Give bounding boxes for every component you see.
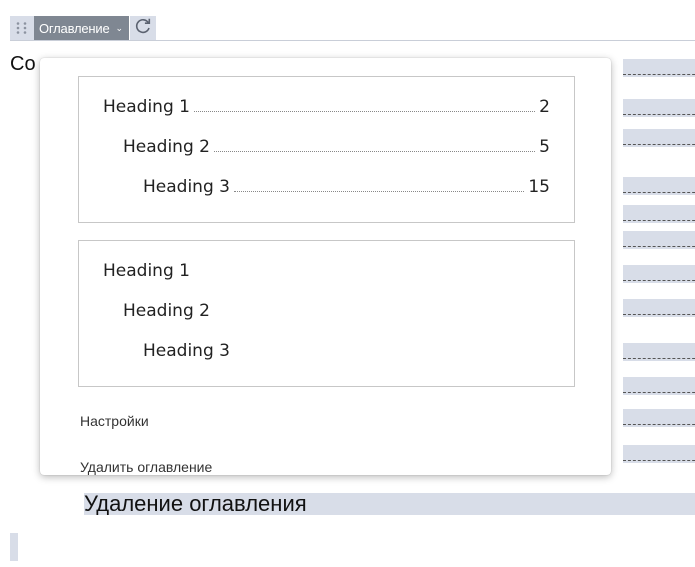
toc-row-leader <box>623 358 695 360</box>
toc-row-leader <box>623 392 695 394</box>
drag-handle-icon[interactable] <box>10 16 34 40</box>
toc-row-leader <box>623 424 695 426</box>
toc-preview-line: Heading 2 5 <box>123 137 550 157</box>
toc-dropdown-menu: Heading 1 2 Heading 2 5 Heading 3 15 Hea… <box>40 58 611 475</box>
toc-dropdown-button[interactable]: Оглавление ⌄ <box>34 16 129 40</box>
toc-row-leader <box>623 220 695 222</box>
toc-style-plain[interactable]: Heading 1 Heading 2 Heading 3 <box>78 240 575 387</box>
toc-preview-page: 5 <box>539 137 550 157</box>
toc-row-leader <box>623 460 695 462</box>
toc-preview-heading: Heading 2 <box>123 301 210 321</box>
settings-menu-item[interactable]: Настройки <box>80 413 149 429</box>
toc-preview-page: 2 <box>539 97 550 117</box>
toc-preview-page: 15 <box>528 177 550 197</box>
toc-row-leader <box>623 192 695 194</box>
toc-preview-heading: Heading 1 <box>103 97 190 117</box>
toc-preview-line: Heading 3 15 <box>143 177 550 197</box>
toc-preview-leader <box>233 191 525 192</box>
document-heading: Co <box>10 53 36 75</box>
toc-preview-leader <box>193 111 536 112</box>
remove-toc-menu-item[interactable]: Удалить оглавление <box>80 459 212 475</box>
document-toc-last-line-text: Удаление оглавления <box>84 493 307 515</box>
toc-row-leader <box>623 314 695 316</box>
toc-preview-heading: Heading 2 <box>123 137 210 157</box>
toc-toolbar: Оглавление ⌄ <box>10 16 156 40</box>
toc-style-with-page-numbers[interactable]: Heading 1 2 Heading 2 5 Heading 3 15 <box>78 76 575 223</box>
toc-preview-heading: Heading 3 <box>143 341 230 361</box>
toc-row-leader <box>623 280 695 282</box>
toc-preview-line: Heading 1 2 <box>103 97 550 117</box>
toc-row-leader <box>623 246 695 248</box>
document-toc-last-line: Удаление оглавления <box>84 493 695 515</box>
toc-dropdown-label: Оглавление <box>39 20 110 36</box>
toc-preview-heading: Heading 3 <box>143 177 230 197</box>
toc-preview-leader <box>213 151 536 152</box>
toc-preview-heading: Heading 1 <box>103 261 190 281</box>
document-cursor-mark <box>10 533 18 561</box>
refresh-button[interactable] <box>129 16 156 40</box>
toc-row-leader <box>623 144 695 146</box>
toc-row-leader <box>623 74 695 76</box>
toc-row-leader <box>623 114 695 116</box>
chevron-down-icon: ⌄ <box>115 23 123 33</box>
refresh-icon <box>134 17 152 40</box>
